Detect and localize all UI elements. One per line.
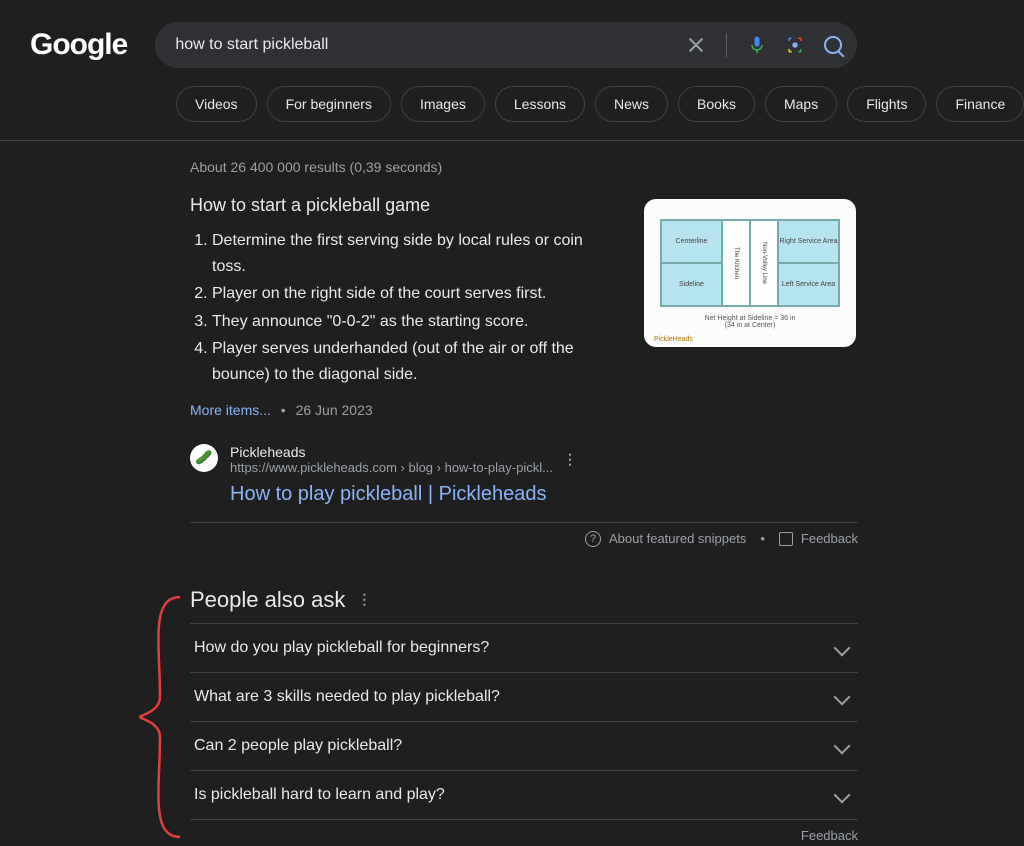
court-label: Centerline (661, 220, 722, 263)
court-label: Left Service Area (778, 263, 839, 306)
paa-question[interactable]: How do you play pickleball for beginners… (190, 623, 858, 672)
help-icon[interactable]: ? (585, 531, 601, 547)
people-also-ask: People also ask ⋮ How do you play pickle… (190, 587, 858, 843)
paa-question-text: What are 3 skills needed to play pickleb… (194, 688, 500, 706)
chevron-down-icon (834, 737, 851, 754)
chip-images[interactable]: Images (401, 86, 485, 122)
more-items-link[interactable]: More items... (190, 402, 271, 418)
feedback-link[interactable]: Feedback (801, 531, 858, 546)
snippet-date: 26 Jun 2023 (296, 402, 373, 418)
result-title-link[interactable]: How to play pickleball | Pickleheads (230, 483, 578, 506)
snippet-step: Player on the right side of the court se… (212, 281, 620, 307)
chip-lessons[interactable]: Lessons (495, 86, 585, 122)
snippet-step: Determine the first serving side by loca… (212, 228, 620, 279)
feedback-icon[interactable] (779, 532, 793, 546)
header-bar: Google (0, 0, 1024, 68)
dot-separator: • (760, 531, 765, 546)
court-label: Right Service Area (778, 220, 839, 263)
mic-icon[interactable] (747, 35, 767, 55)
search-icon[interactable] (823, 35, 843, 55)
featured-snippet: How to start a pickleball game Determine… (190, 195, 872, 418)
paa-menu-icon[interactable]: ⋮ (357, 591, 372, 608)
snippet-image[interactable]: Centerline Sideline The Kitchen Non-Voll… (644, 199, 856, 347)
court-label: Sideline (661, 263, 722, 306)
about-snippets-link[interactable]: About featured snippets (609, 531, 746, 546)
paa-question[interactable]: What are 3 skills needed to play pickleb… (190, 672, 858, 721)
dot-separator: • (281, 402, 286, 418)
chip-flights[interactable]: Flights (847, 86, 926, 122)
paa-question[interactable]: Is pickleball hard to learn and play? (190, 770, 858, 820)
snippet-step: Player serves underhanded (out of the ai… (212, 336, 620, 387)
filter-chips: Videos For beginners Images Lessons News… (0, 68, 1024, 141)
paa-question[interactable]: Can 2 people play pickleball? (190, 721, 858, 770)
source-name: Pickleheads (230, 444, 553, 460)
paa-title: People also ask (190, 587, 345, 613)
snippet-footer: ? About featured snippets • Feedback (190, 522, 858, 547)
court-label: Non-Volley Line (750, 220, 778, 306)
court-label: The Kitchen (722, 220, 750, 306)
chip-finance[interactable]: Finance (936, 86, 1024, 122)
chip-maps[interactable]: Maps (765, 86, 837, 122)
paa-question-text: How do you play pickleball for beginners… (194, 639, 489, 657)
source-url: https://www.pickleheads.com › blog › how… (230, 460, 553, 475)
result-source: 🥒 Pickleheads https://www.pickleheads.co… (190, 444, 872, 506)
chevron-down-icon (834, 639, 851, 656)
chip-videos[interactable]: Videos (176, 86, 257, 122)
paa-question-text: Can 2 people play pickleball? (194, 737, 402, 755)
court-net-label: Net Height at Sideline = 36 in (644, 315, 856, 322)
chevron-down-icon (834, 688, 851, 705)
snippet-steps: Determine the first serving side by loca… (190, 228, 620, 388)
google-logo[interactable]: Google (30, 28, 127, 62)
snippet-step: They announce "0-0-2" as the starting sc… (212, 309, 620, 335)
paa-feedback-link[interactable]: Feedback (190, 828, 858, 843)
clear-icon[interactable] (686, 35, 706, 55)
chevron-down-icon (834, 786, 851, 803)
source-menu-icon[interactable]: ⋮ (563, 451, 578, 468)
search-icons (686, 33, 843, 57)
results-column: About 26 400 000 results (0,39 seconds) … (0, 141, 872, 843)
lens-icon[interactable] (785, 35, 805, 55)
court-brand: PickleHeads (654, 336, 693, 343)
chip-news[interactable]: News (595, 86, 668, 122)
search-input[interactable] (175, 36, 676, 54)
search-divider (726, 33, 727, 57)
paa-question-text: Is pickleball hard to learn and play? (194, 786, 445, 804)
court-net-label2: (34 in at Center) (644, 322, 856, 329)
search-bar[interactable] (155, 22, 857, 68)
chip-books[interactable]: Books (678, 86, 755, 122)
source-favicon[interactable]: 🥒 (190, 444, 218, 472)
snippet-title: How to start a pickleball game (190, 195, 620, 216)
result-stats: About 26 400 000 results (0,39 seconds) (190, 159, 872, 175)
chip-for-beginners[interactable]: For beginners (267, 86, 391, 122)
red-brace-annotation (130, 587, 190, 846)
